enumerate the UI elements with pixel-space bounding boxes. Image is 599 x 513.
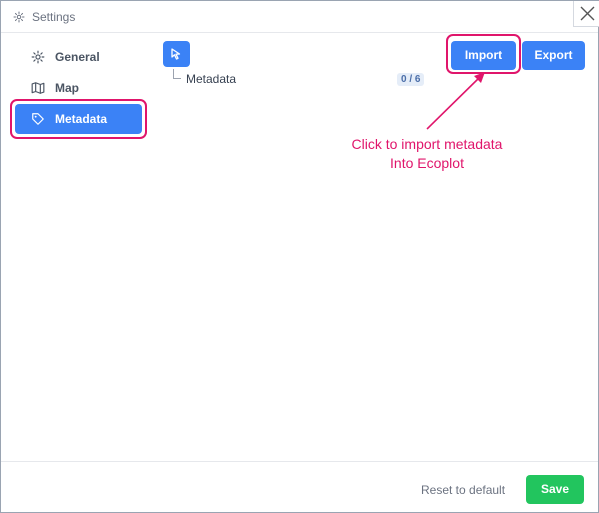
annotation-line-2: Into Ecoplot xyxy=(390,155,464,171)
annotation-arrow xyxy=(426,72,485,130)
save-button[interactable]: Save xyxy=(526,475,584,504)
dialog-footer: Reset to default Save xyxy=(1,461,598,513)
settings-dialog: Settings General Map Metadata Metadata 0… xyxy=(0,0,599,513)
reset-to-default-button[interactable]: Reset to default xyxy=(421,483,505,497)
annotation-line-1: Click to import metadata xyxy=(351,136,503,152)
annotation-text: Click to import metadata Into Ecoplot xyxy=(317,135,537,173)
